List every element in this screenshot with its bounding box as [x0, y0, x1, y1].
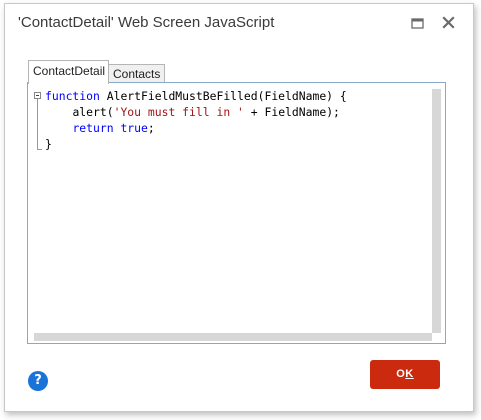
ok-button[interactable]: OK [370, 360, 440, 389]
code-keyword: return [72, 121, 114, 135]
code-token: + FieldName); [243, 105, 340, 119]
dialog-title: 'ContactDetail' Web Screen JavaScript [18, 14, 275, 31]
fold-guide [37, 99, 38, 149]
fold-toggle-icon[interactable] [34, 92, 41, 99]
code-token: } [45, 137, 52, 151]
ok-label-first: O [396, 368, 406, 380]
close-icon[interactable] [441, 15, 457, 31]
question-icon[interactable]: ? [28, 371, 48, 391]
code-line: function AlertFieldMustBeFilled(FieldNam… [45, 88, 347, 104]
ok-label-accesskey: K [405, 368, 414, 380]
code-string: 'You must fill in ' [113, 105, 244, 119]
code-line: } [45, 136, 347, 152]
code-line: alert('You must fill in ' + FieldName); [45, 104, 347, 120]
code-token: AlertFieldMustBeFilled(FieldName) { [99, 89, 347, 103]
fold-guide-end [37, 149, 42, 150]
code-token: alert( [72, 105, 114, 119]
tab-contactdetail[interactable]: ContactDetail [28, 60, 109, 84]
tab-contacts[interactable]: Contacts [109, 64, 165, 84]
javascript-dialog: 'ContactDetail' Web Screen JavaScript Co… [4, 3, 474, 412]
code-editor[interactable]: function AlertFieldMustBeFilled(FieldNam… [27, 82, 446, 344]
code-token: ; [147, 121, 155, 135]
horizontal-scrollbar[interactable] [34, 333, 432, 341]
code-text: function AlertFieldMustBeFilled(FieldNam… [45, 88, 347, 152]
code-keyword: function [45, 89, 100, 103]
code-line: return true; [45, 120, 347, 136]
vertical-scrollbar[interactable] [432, 89, 441, 333]
maximize-icon[interactable] [410, 16, 426, 32]
code-keyword: true [120, 121, 148, 135]
